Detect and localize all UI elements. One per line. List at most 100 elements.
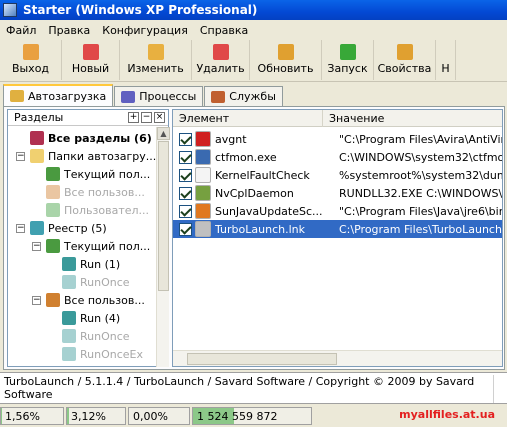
list-row[interactable]: TurboLaunch.lnk C:\Program Files\TurboLau… (173, 220, 502, 238)
status-text: 1,56% (5, 409, 40, 423)
toolbar-button-refresh[interactable]: Обновить (250, 40, 322, 80)
close-pane-button[interactable]: × (154, 112, 165, 123)
tree-expander-icon[interactable]: − (32, 296, 41, 305)
list-row[interactable]: NvCplDaemon RUNDLL32.EXE C:\WINDOWS\sys (173, 184, 502, 202)
row-name: SunJavaUpdateSc... (215, 204, 323, 218)
users-icon (46, 293, 60, 307)
tree-expander-icon[interactable]: − (16, 152, 25, 161)
window-title: Starter (Windows XP Professional) (23, 3, 258, 17)
tree-node[interactable]: RunOnce (62, 273, 130, 291)
row-name: ctfmon.exe (215, 150, 277, 164)
status-fill (67, 408, 69, 424)
tree-node-label: Run (1) (80, 257, 121, 271)
watermark: myallfiles.at.ua (399, 408, 495, 421)
list-row[interactable]: KernelFaultCheck %systemroot%\system32\du… (173, 166, 502, 184)
rocket-icon (195, 221, 211, 237)
blank-icon (195, 167, 211, 183)
scroll-up-icon[interactable]: ▲ (157, 127, 170, 140)
tree-node[interactable]: Папки автозагру... (30, 147, 156, 165)
enabled-checkbox[interactable] (179, 204, 192, 218)
sections-icon (30, 131, 44, 145)
enabled-checkbox[interactable] (179, 186, 192, 200)
autostart-icon (10, 90, 24, 102)
edit-icon (147, 44, 164, 60)
enabled-checkbox[interactable] (179, 222, 192, 236)
reg-key-icon (62, 311, 76, 325)
tree-node[interactable]: Все разделы (6) (30, 129, 152, 147)
title-bar[interactable]: Starter (Windows XP Professional) (0, 0, 507, 20)
tree-node[interactable]: Текущий пол... (46, 165, 150, 183)
properties-icon (396, 44, 413, 60)
menu-help[interactable]: Справка (194, 24, 254, 37)
menu-file[interactable]: Файл (0, 24, 42, 37)
tab-label: Службы (229, 90, 276, 103)
tree-node-label: Пользовател... (64, 203, 150, 217)
items-list: Элемент Значение avgnt "C:\Program Files\… (172, 109, 503, 367)
toolbar: Выход Новый Изменить Удалить Обновить Запуск С… (0, 40, 507, 82)
toolbar-label: Удалить (196, 62, 245, 75)
reg-key-icon (62, 275, 76, 289)
tree-node[interactable]: Run (4) (62, 309, 120, 327)
ctfmon-icon (195, 149, 211, 165)
status-text: 0,00% (133, 409, 168, 423)
list-row[interactable]: SunJavaUpdateSc... "C:\Program Files\Java… (173, 202, 502, 220)
row-value: C:\Program Files\TurboLaunch\Tur (339, 222, 502, 236)
tab-processes[interactable]: Процессы (114, 86, 204, 106)
enabled-checkbox[interactable] (179, 150, 192, 164)
toolbar-button-run[interactable]: Запуск (322, 40, 374, 80)
tree-node[interactable]: Реестр (5) (30, 219, 107, 237)
list-row[interactable]: avgnt "C:\Program Files\Avira\AntiVir Des (173, 130, 502, 148)
row-name: avgnt (215, 132, 247, 146)
toolbar-label: Обновить (257, 62, 314, 75)
tree-node-label: Run (4) (80, 311, 121, 325)
enabled-checkbox[interactable] (179, 132, 192, 146)
tab-services[interactable]: Службы (204, 86, 283, 106)
info-scrollbar[interactable] (493, 375, 505, 403)
tab-autostart[interactable]: Автозагрузка (3, 84, 114, 106)
toolbar-label: Н (441, 62, 450, 75)
tree-node-label: RunOnce (80, 275, 130, 289)
toolbar-button-new[interactable]: Новый (62, 40, 120, 80)
expand-all-button[interactable]: + (128, 112, 139, 123)
tree-node-label: RunOnce (80, 329, 130, 343)
toolbar-button-more[interactable]: Н (436, 40, 456, 80)
user-icon (46, 239, 60, 253)
status-panel: 1,56% (0, 407, 64, 425)
tree-node[interactable]: Текущий пол... (46, 237, 150, 255)
hscroll-thumb[interactable] (187, 353, 337, 365)
services-icon (211, 90, 226, 103)
toolbar-button-properties[interactable]: Свойства (374, 40, 436, 80)
exit-icon (22, 44, 39, 60)
tree-node-label: Текущий пол... (64, 167, 151, 181)
avira-icon (195, 131, 211, 147)
user-add-icon (46, 203, 60, 217)
tree-node-label: RunOnceEx (80, 347, 143, 361)
java-icon (195, 203, 211, 219)
row-value: %systemroot%\system32\dumprep 0 (339, 168, 502, 182)
tree-node-label: Все пользов... (64, 293, 145, 307)
column-element[interactable]: Элемент (173, 110, 323, 127)
toolbar-button-delete[interactable]: Удалить (192, 40, 250, 80)
scroll-thumb[interactable] (158, 141, 169, 291)
column-value[interactable]: Значение (323, 110, 502, 127)
tree-node[interactable]: RunOnce (62, 327, 130, 345)
list-row[interactable]: ctfmon.exe C:\WINDOWS\system32\ctfmon.exe (173, 148, 502, 166)
tree-expander-icon[interactable]: − (32, 242, 41, 251)
tree-expander-icon[interactable]: − (16, 224, 25, 233)
tree-node[interactable]: Пользовател... (46, 201, 149, 219)
tree-node[interactable]: Run (1) (62, 255, 120, 273)
menu-config[interactable]: Конфигурация (96, 24, 194, 37)
toolbar-button-edit[interactable]: Изменить (120, 40, 192, 80)
menu-edit[interactable]: Правка (42, 24, 96, 37)
list-hscrollbar[interactable] (173, 350, 502, 366)
tree-scrollbar[interactable]: ▲ (156, 127, 170, 367)
more-icon (437, 44, 454, 60)
enabled-checkbox[interactable] (179, 168, 192, 182)
toolbar-button-exit[interactable]: Выход (0, 40, 62, 80)
tree-node[interactable]: RunOnceEx (62, 345, 143, 363)
users-icon (46, 185, 60, 199)
refresh-icon (277, 44, 294, 60)
tree-node[interactable]: Все пользов... (46, 183, 145, 201)
collapse-all-button[interactable]: − (141, 112, 152, 123)
tree-node[interactable]: Все пользов... (46, 291, 145, 309)
